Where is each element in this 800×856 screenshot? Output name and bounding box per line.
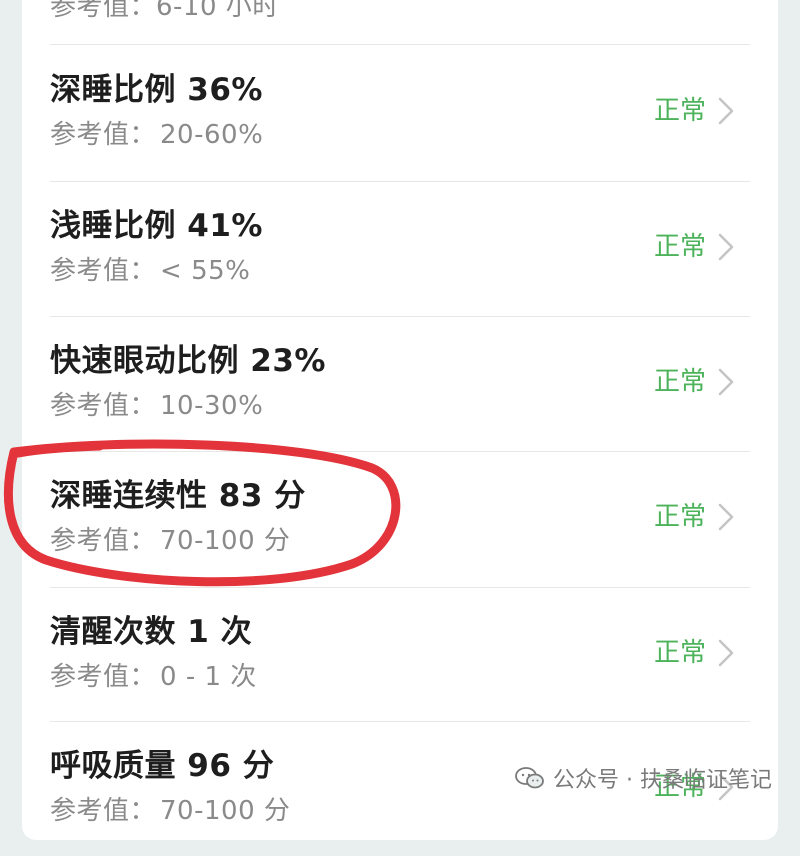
chevron-right-icon <box>718 639 734 667</box>
metric-reference: 参考值： 0 - 1 次 <box>50 662 257 692</box>
chevron-right-icon <box>718 368 734 396</box>
metric-title: 清醒次数 1 次 <box>50 614 253 650</box>
metric-reference: 参考值： 70-100 分 <box>50 526 291 556</box>
metric-reference: 参考值： < 55% <box>50 256 251 286</box>
metric-title: 浅睡比例 41% <box>50 208 263 244</box>
metric-title: 深睡比例 36% <box>50 72 263 108</box>
metric-row-deep-sleep-ratio[interactable]: 深睡比例 36% 参考值： 20-60% 正常 <box>22 46 778 180</box>
metric-reference: 参考值： 10-30% <box>50 391 264 421</box>
metric-reference: 参考值： 70-100 分 <box>50 796 291 826</box>
status-label: 正常 <box>653 367 706 397</box>
metric-title: 快速眼动比例 23% <box>50 343 326 379</box>
divider <box>50 44 750 45</box>
metric-row-light-sleep-ratio[interactable]: 浅睡比例 41% 参考值： < 55% 正常 <box>22 182 778 316</box>
status-label: 正常 <box>653 502 706 532</box>
chevron-right-icon <box>718 233 734 261</box>
metric-title: 深睡连续性 83 分 <box>50 478 306 514</box>
metric-row-rem-ratio[interactable]: 快速眼动比例 23% 参考值： 10-30% 正常 <box>22 317 778 451</box>
wechat-icon <box>515 767 544 789</box>
status-label: 正常 <box>653 638 706 668</box>
metric-reference: 参考值： 20-60% <box>50 120 264 150</box>
chevron-right-icon <box>718 503 734 531</box>
previous-item-reference: 参考值：6-10 小时 <box>50 0 279 22</box>
status-label: 正常 <box>653 232 706 262</box>
watermark-text: 公众号 · 扶桑临证笔记 <box>553 768 772 793</box>
metric-title: 呼吸质量 96 分 <box>50 748 275 784</box>
metric-row-deep-sleep-continuity[interactable]: 深睡连续性 83 分 参考值： 70-100 分 正常 <box>22 452 778 586</box>
watermark: 公众号 · 扶桑临证笔记 <box>515 762 772 794</box>
metric-row-awake-count[interactable]: 清醒次数 1 次 参考值： 0 - 1 次 正常 <box>22 588 778 722</box>
status-label: 正常 <box>653 96 706 126</box>
chevron-right-icon <box>718 97 734 125</box>
